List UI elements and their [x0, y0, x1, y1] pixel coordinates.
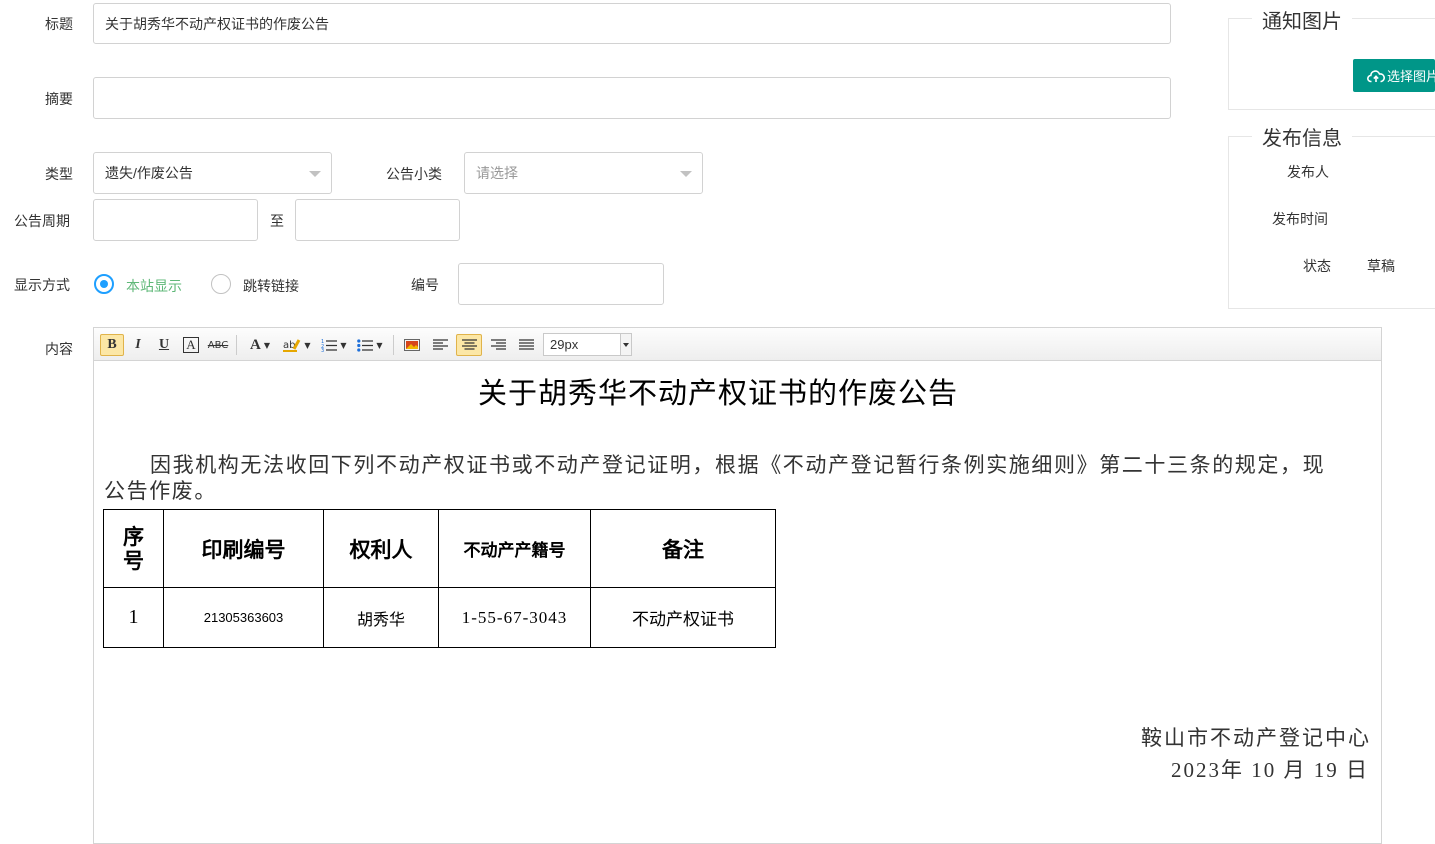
- period-label: 公告周期: [14, 213, 70, 229]
- table-cell-property-number: 1-55-67-3043: [438, 587, 591, 648]
- title-input[interactable]: 关于胡秀华不动产权证书的作废公告: [93, 3, 1171, 44]
- type-select-value: 遗失/作废公告: [105, 165, 193, 181]
- period-to-label: 至: [270, 213, 284, 229]
- summary-label: 摘要: [45, 91, 73, 107]
- table-cell-remark: 不动产权证书: [590, 587, 776, 648]
- period-end-input[interactable]: [295, 199, 460, 241]
- type-select[interactable]: 遗失/作废公告: [93, 152, 332, 194]
- toolbar-divider: [236, 335, 237, 355]
- subtype-select[interactable]: 请选择: [464, 152, 703, 194]
- bold-icon[interactable]: B: [100, 334, 124, 356]
- document-body: 因我机构无法收回下列不动产权证书或不动产登记证明，根据《不动产登记暂行条例实施细…: [104, 452, 1366, 504]
- chevron-down-icon: [620, 334, 631, 355]
- select-image-label: 选择图片: [1387, 69, 1435, 84]
- image-icon[interactable]: [400, 334, 424, 356]
- font-size-value: 29px: [550, 337, 579, 352]
- display-mode-label: 显示方式: [14, 277, 70, 293]
- certificate-table: 序号 印刷编号 权利人 不动产产籍号 备注 1 21305363603 胡秀华 …: [103, 509, 776, 648]
- table-header-cell: 印刷编号: [163, 509, 324, 588]
- select-image-button[interactable]: 选择图片: [1353, 59, 1435, 92]
- table-cell-owner: 胡秀华: [323, 587, 439, 648]
- font-color-icon[interactable]: A ▼: [244, 334, 276, 356]
- ordered-list-icon[interactable]: 1 2 3 ▼: [318, 334, 350, 356]
- publish-fieldset: [1228, 136, 1435, 309]
- document-body-line1: 因我机构无法收回下列不动产权证书或不动产登记证明，根据《不动产登记暂行条例实施细…: [150, 453, 1326, 477]
- document-title: 关于胡秀华不动产权证书的作废公告: [478, 378, 959, 410]
- table-header-cell: 序号: [103, 509, 164, 588]
- subtype-placeholder: 请选择: [476, 165, 518, 181]
- align-justify-icon[interactable]: [514, 334, 538, 356]
- summary-input[interactable]: [93, 77, 1171, 119]
- publisher-label: 发布人: [1287, 164, 1329, 180]
- italic-icon[interactable]: I: [127, 334, 149, 356]
- align-right-icon[interactable]: [486, 334, 510, 356]
- table-cell-index: 1: [103, 587, 164, 648]
- subtype-label: 公告小类: [386, 166, 442, 182]
- signature-org: 鞍山市不动产登记中心: [1141, 726, 1371, 750]
- underline-icon[interactable]: U: [153, 334, 175, 356]
- period-start-input[interactable]: [93, 199, 258, 241]
- strikethrough-icon[interactable]: ABC: [206, 334, 230, 356]
- table-cell-print-number: 21305363603: [163, 587, 324, 648]
- type-label: 类型: [45, 166, 73, 182]
- title-label: 标题: [45, 16, 73, 32]
- unordered-list-icon[interactable]: ▼: [354, 334, 386, 356]
- header-index: 序号: [123, 524, 144, 573]
- svg-text:3: 3: [321, 348, 324, 352]
- document-body-line2: 公告作废。: [104, 479, 217, 503]
- publish-time-label: 发布时间: [1272, 211, 1328, 227]
- radio-local-display[interactable]: [94, 274, 114, 294]
- radio-local-display-label[interactable]: 本站显示: [126, 276, 182, 296]
- highlight-icon[interactable]: ab ▼: [280, 334, 314, 356]
- number-input[interactable]: [458, 263, 664, 305]
- table-row: 1 21305363603 胡秀华 1-55-67-3043 不动产权证书: [103, 587, 776, 648]
- image-legend: 通知图片: [1252, 5, 1352, 34]
- status-label: 状态: [1303, 258, 1331, 274]
- font-border-icon[interactable]: A: [180, 334, 202, 356]
- svg-text:ab: ab: [283, 340, 295, 351]
- publish-legend: 发布信息: [1252, 122, 1352, 151]
- toolbar-divider: [393, 335, 394, 355]
- align-center-icon[interactable]: [456, 334, 482, 356]
- chevron-down-icon: [680, 171, 692, 177]
- table-header-cell: 权利人: [323, 509, 439, 588]
- content-label: 内容: [45, 341, 73, 357]
- cloud-upload-icon: [1367, 69, 1385, 82]
- table-header-cell: 备注: [590, 509, 776, 588]
- table-header-row: 序号 印刷编号 权利人 不动产产籍号 备注: [103, 509, 776, 588]
- radio-jump-link[interactable]: [211, 274, 231, 294]
- status-value: 草稿: [1367, 258, 1395, 274]
- table-header-cell: 不动产产籍号: [438, 509, 591, 588]
- chevron-down-icon: [309, 171, 321, 177]
- font-size-select[interactable]: 29px: [543, 333, 632, 356]
- align-left-icon[interactable]: [428, 334, 452, 356]
- number-label: 编号: [411, 277, 439, 293]
- radio-jump-link-label[interactable]: 跳转链接: [243, 276, 299, 296]
- editor-toolbar: B I U A ABC A ▼ ab ▼ 1 2 3 ▼ ▼ 29px: [94, 328, 1381, 361]
- signature-date: 2023年 10 月 19 日: [1171, 758, 1369, 782]
